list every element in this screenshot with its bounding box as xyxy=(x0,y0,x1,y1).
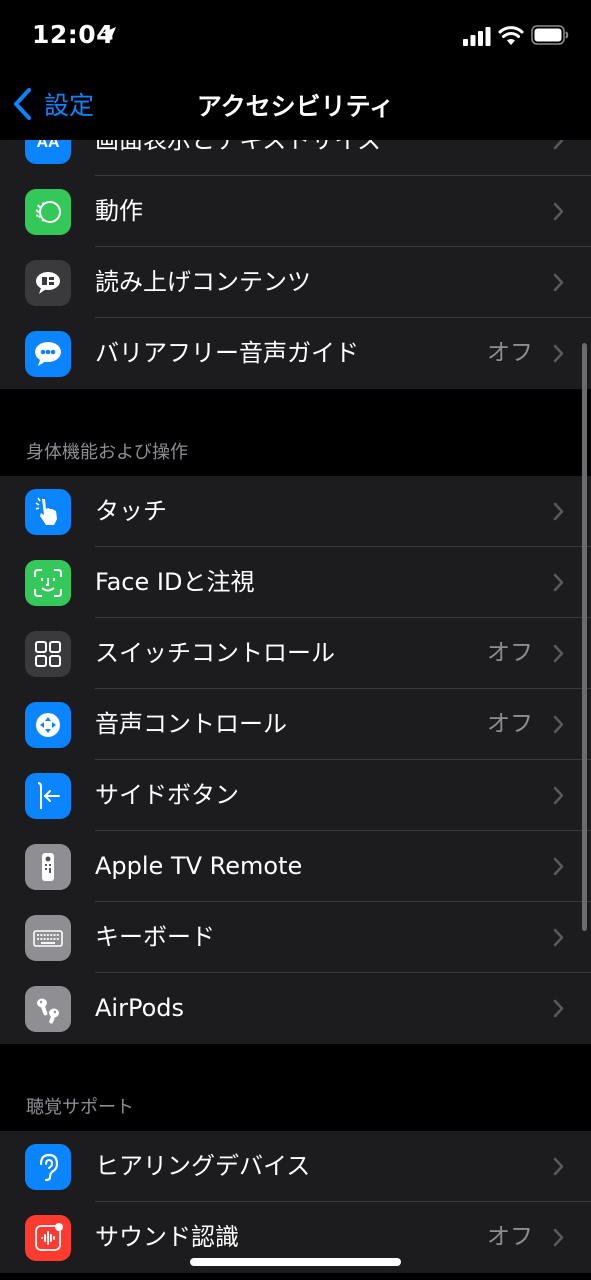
row-value: オフ xyxy=(487,1224,533,1250)
row-text-size[interactable]: AA 画面表示とテキストサイズ xyxy=(0,140,591,176)
svg-text:AA: AA xyxy=(36,140,60,151)
physical-group: タッチ Face IDと注視 スイッチコントロール オフ 音声コントロール オフ… xyxy=(0,476,591,1044)
home-indicator[interactable] xyxy=(190,1258,401,1266)
row-label: Face IDと注視 xyxy=(95,568,255,596)
row-value: オフ xyxy=(487,640,533,666)
row-label: バリアフリー音声ガイド xyxy=(95,339,359,367)
wifi-icon xyxy=(498,26,524,45)
audio-description-icon xyxy=(25,331,71,377)
row-side-button[interactable]: サイドボタン xyxy=(0,760,591,831)
row-label: サイドボタン xyxy=(95,781,239,809)
ear-icon xyxy=(25,1144,71,1190)
chevron-right-icon xyxy=(553,344,564,363)
section-title-physical: 身体機能および操作 xyxy=(26,442,188,463)
row-airpods[interactable]: AirPods xyxy=(0,973,591,1044)
chevron-right-icon xyxy=(553,644,564,663)
settings-list[interactable]: AA 画面表示とテキストサイズ 動作 読み上げコンテンツ バリアフリー音声ガイド… xyxy=(0,140,591,1280)
airpods-icon xyxy=(25,986,71,1032)
motion-icon xyxy=(25,189,71,235)
vision-group: AA 画面表示とテキストサイズ 動作 読み上げコンテンツ バリアフリー音声ガイド… xyxy=(0,140,591,389)
scrollbar[interactable] xyxy=(582,343,587,931)
text-size-icon: AA xyxy=(25,140,71,164)
voice-control-icon xyxy=(25,702,71,748)
section-header: 聴覚サポート xyxy=(0,1044,591,1131)
cellular-signal-icon xyxy=(463,27,491,46)
spoken-content-icon xyxy=(25,260,71,306)
row-value: オフ xyxy=(487,340,533,366)
row-label: ヒアリングデバイス xyxy=(95,1152,311,1180)
switch-control-icon xyxy=(25,631,71,677)
sound-recognition-icon xyxy=(25,1215,71,1261)
row-motion[interactable]: 動作 xyxy=(0,176,591,247)
chevron-right-icon xyxy=(553,715,564,734)
row-label: 動作 xyxy=(95,197,143,225)
touch-hand-icon xyxy=(25,489,71,535)
section-title-hearing: 聴覚サポート xyxy=(26,1097,134,1118)
location-arrow-icon xyxy=(102,27,116,41)
row-value: オフ xyxy=(487,711,533,737)
row-label: 画面表示とテキストサイズ xyxy=(95,140,382,154)
row-switch-control[interactable]: スイッチコントロール オフ xyxy=(0,618,591,689)
status-bar: 12:04 xyxy=(0,0,591,70)
row-spoken-content[interactable]: 読み上げコンテンツ xyxy=(0,247,591,318)
keyboard-icon xyxy=(25,915,71,961)
row-audio-description[interactable]: バリアフリー音声ガイド オフ xyxy=(0,318,591,389)
chevron-right-icon xyxy=(553,140,564,150)
row-apple-tv-remote[interactable]: Apple TV Remote xyxy=(0,831,591,902)
row-keyboard[interactable]: キーボード xyxy=(0,902,591,973)
row-label: 音声コントロール xyxy=(95,710,287,738)
chevron-right-icon xyxy=(553,928,564,947)
chevron-right-icon xyxy=(553,786,564,805)
row-face-id[interactable]: Face IDと注視 xyxy=(0,547,591,618)
row-label: タッチ xyxy=(95,497,167,525)
hearing-group: ヒアリングデバイス サウンド認識 オフ xyxy=(0,1131,591,1273)
row-voice-control[interactable]: 音声コントロール オフ xyxy=(0,689,591,760)
chevron-right-icon xyxy=(553,573,564,592)
chevron-right-icon xyxy=(553,1228,564,1247)
page-title: アクセシビリティ xyxy=(196,92,395,121)
row-label: スイッチコントロール xyxy=(95,639,335,667)
chevron-right-icon xyxy=(553,202,564,221)
navigation-bar: 設定 アクセシビリティ xyxy=(0,70,591,140)
section-header: 身体機能および操作 xyxy=(0,389,591,476)
chevron-right-icon xyxy=(553,502,564,521)
chevron-right-icon xyxy=(553,1157,564,1176)
side-button-icon xyxy=(25,773,71,819)
row-hearing-devices[interactable]: ヒアリングデバイス xyxy=(0,1131,591,1202)
tv-remote-icon xyxy=(25,844,71,890)
row-touch[interactable]: タッチ xyxy=(0,476,591,547)
chevron-right-icon xyxy=(553,273,564,292)
row-label: 読み上げコンテンツ xyxy=(95,268,311,296)
chevron-right-icon xyxy=(553,999,564,1018)
battery-icon xyxy=(531,25,569,45)
row-label: キーボード xyxy=(95,923,215,951)
row-label: Apple TV Remote xyxy=(95,852,303,880)
row-label: AirPods xyxy=(95,994,184,1022)
chevron-right-icon xyxy=(553,857,564,876)
face-id-icon xyxy=(25,560,71,606)
